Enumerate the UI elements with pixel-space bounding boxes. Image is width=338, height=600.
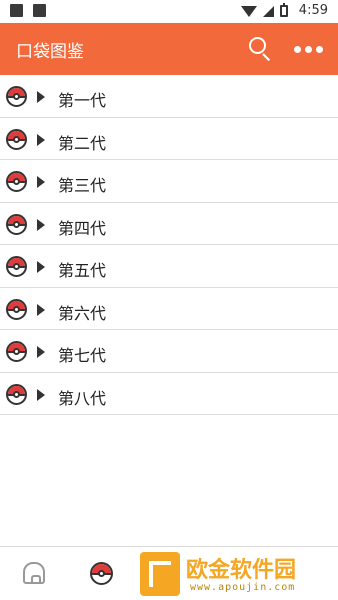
expand-arrow-icon (37, 261, 45, 273)
status-system-icons (241, 3, 288, 17)
pokeball-icon (6, 86, 27, 107)
list-item-label: 第七代 (58, 348, 107, 365)
watermark-logo-icon (140, 552, 180, 596)
image-notification-icon (10, 4, 23, 17)
expand-arrow-icon (37, 133, 45, 146)
status-time: 4:59 (298, 3, 328, 18)
list-item-label: 第二代 (58, 135, 107, 153)
pokeball-icon (6, 256, 27, 277)
list-item-gen-8[interactable]: 第八代 (0, 373, 338, 415)
watermark-url: www.apoujin.com (190, 582, 296, 593)
a-notification-icon (33, 4, 46, 17)
nav-home-button[interactable] (16, 557, 52, 589)
list-item-gen-2[interactable]: 第二代 (0, 118, 338, 160)
expand-arrow-icon (37, 346, 45, 358)
signal-icon (263, 5, 274, 17)
pokeball-icon (6, 171, 27, 192)
watermark: 欧金软件园 www.apoujin.com (140, 548, 338, 600)
home-icon (23, 562, 45, 584)
watermark-text: 欧金软件园 (186, 558, 297, 583)
list-item-label: 第六代 (58, 305, 107, 323)
status-bar: 4:59 (0, 0, 338, 23)
expand-arrow-icon (37, 176, 45, 188)
pokeball-icon (6, 298, 27, 320)
list-item-gen-3[interactable]: 第三代 (0, 160, 338, 203)
list-item-label: 第八代 (58, 390, 107, 408)
list-item-label: 第一代 (58, 93, 107, 110)
search-button[interactable] (246, 34, 276, 64)
list-item-gen-1[interactable]: 第一代 (0, 75, 338, 118)
list-item-label: 第四代 (58, 220, 107, 238)
list-item-gen-7[interactable]: 第七代 (0, 330, 338, 373)
pokeball-icon (6, 213, 27, 235)
pokeball-icon (6, 383, 27, 405)
expand-arrow-icon (37, 303, 45, 316)
battery-icon (280, 3, 288, 17)
expand-arrow-icon (37, 91, 45, 103)
more-dots-icon (294, 45, 301, 53)
more-options-button[interactable] (294, 41, 328, 57)
search-icon (249, 37, 266, 54)
pokeball-icon (6, 128, 27, 150)
pokeball-icon (89, 561, 113, 585)
list-item-gen-4[interactable]: 第四代 (0, 203, 338, 245)
wifi-icon (241, 5, 257, 17)
app-title: 口袋图鉴 (16, 42, 84, 61)
expand-arrow-icon (37, 388, 45, 401)
list-item-label: 第三代 (58, 178, 107, 195)
list-item-label: 第五代 (58, 263, 107, 280)
list-item-gen-6[interactable]: 第六代 (0, 288, 338, 330)
status-notification-icons (10, 4, 46, 17)
expand-arrow-icon (37, 218, 45, 231)
list-item-gen-5[interactable]: 第五代 (0, 245, 338, 288)
pokeball-icon (6, 341, 27, 362)
nav-pokedex-button[interactable] (83, 557, 119, 589)
app-bar: 口袋图鉴 (0, 23, 338, 75)
generation-list: 第一代 第二代 第三代 第四代 第五代 第六代 第七代 第八代 (0, 75, 338, 415)
